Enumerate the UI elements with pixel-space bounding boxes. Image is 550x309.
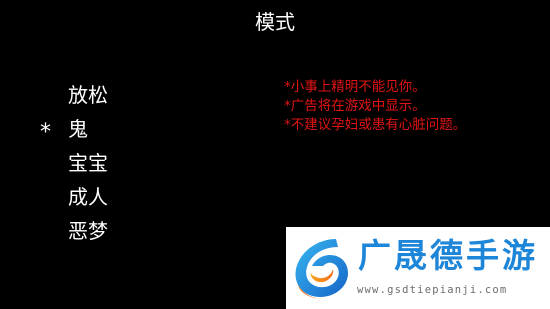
mode-title: 模式 <box>255 10 295 34</box>
mode-option-relax[interactable]: 放松 <box>68 81 188 115</box>
mode-option-nightmare[interactable]: 恶梦 <box>68 217 188 251</box>
warning-line: *不建议孕妇或患有心脏问题。 <box>284 117 467 133</box>
watermark-brand: 广晟德手游 <box>358 236 538 275</box>
gsd-logo-icon <box>295 239 348 299</box>
mode-option-baby[interactable]: 宝宝 <box>68 149 188 183</box>
mode-option-ghost[interactable]: 鬼 <box>68 115 188 149</box>
watermark-url: www.gsdtiepianji.com <box>357 284 508 296</box>
warning-notes: *小事上精明不能见你。 *广告将在游戏中显示。 *不建议孕妇或患有心脏问题。 <box>284 78 534 135</box>
warning-line: *小事上精明不能见你。 <box>284 79 426 95</box>
mode-menu: 放松 鬼 宝宝 成人 恶梦 <box>68 81 188 251</box>
selection-cursor: * <box>40 120 51 145</box>
warning-line: *广告将在游戏中显示。 <box>284 98 426 114</box>
mode-option-adult[interactable]: 成人 <box>68 183 188 217</box>
